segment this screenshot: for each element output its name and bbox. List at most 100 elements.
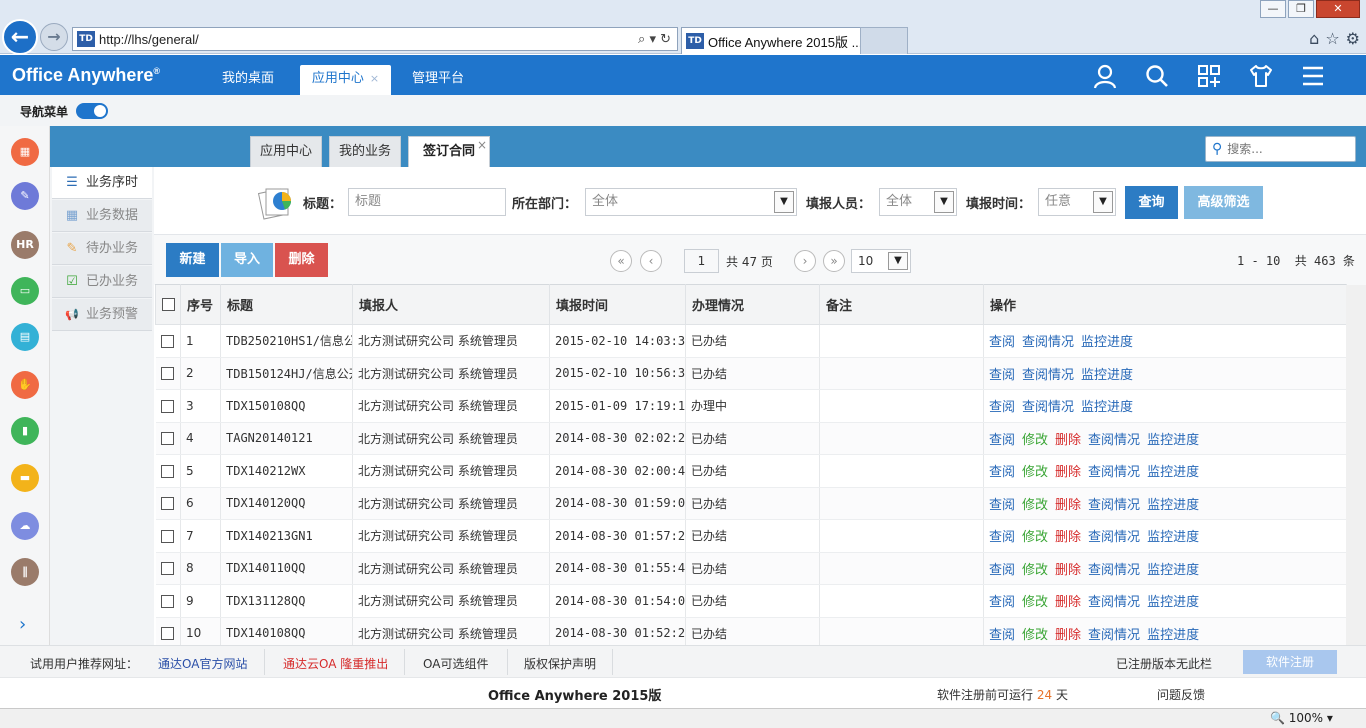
row-select-cell[interactable] — [155, 454, 181, 488]
delete-button[interactable]: 删除 — [275, 243, 328, 277]
row-checkbox[interactable] — [160, 562, 174, 576]
tab-close-icon[interactable]: × — [370, 72, 379, 85]
import-button[interactable]: 导入 — [221, 243, 273, 277]
search-box[interactable]: ⚲ — [1205, 136, 1356, 162]
delete-link[interactable]: 删除 — [1055, 465, 1081, 480]
inbox-icon[interactable]: ▤ — [11, 323, 39, 351]
new-tab-button[interactable] — [860, 27, 908, 54]
view-link[interactable]: 查阅 — [989, 595, 1015, 610]
delete-link[interactable]: 删除 — [1055, 563, 1081, 578]
edit-link[interactable]: 修改 — [1022, 628, 1048, 643]
last-page-button[interactable]: » — [823, 250, 845, 272]
row-checkbox[interactable] — [160, 627, 174, 641]
dept-filter-select[interactable]: 全体 ▼ — [585, 188, 797, 216]
view-status-link[interactable]: 查阅情况 — [1088, 498, 1140, 513]
prev-page-button[interactable]: ‹ — [640, 250, 662, 272]
select-all-cell[interactable] — [155, 284, 181, 325]
chart-icon[interactable]: ▮ — [11, 417, 39, 445]
subtab-app-center[interactable]: 应用中心 — [250, 136, 322, 167]
reporter-filter-select[interactable]: 全体 ▼ — [879, 188, 957, 216]
attachment-icon[interactable]: ∥ — [11, 558, 39, 586]
row-select-cell[interactable] — [155, 389, 181, 423]
view-link[interactable]: 查阅 — [989, 368, 1015, 383]
view-link[interactable]: 查阅 — [989, 628, 1015, 643]
delete-link[interactable]: 删除 — [1055, 433, 1081, 448]
view-status-link[interactable]: 查阅情况 — [1088, 628, 1140, 643]
view-link[interactable]: 查阅 — [989, 530, 1015, 545]
minimize-button[interactable]: — — [1260, 0, 1286, 18]
menu-pending-business[interactable]: ✎ 待办业务 — [52, 233, 152, 265]
home-icon[interactable]: ⌂ — [1309, 29, 1319, 48]
row-select-cell[interactable] — [155, 422, 181, 455]
cloud-icon[interactable]: ☁ — [11, 512, 39, 540]
hr-icon[interactable]: HR — [11, 231, 39, 259]
edit-link[interactable]: 修改 — [1022, 465, 1048, 480]
view-status-link[interactable]: 查阅情况 — [1088, 530, 1140, 545]
copyright-link[interactable]: 版权保护声明 — [524, 655, 596, 672]
view-link[interactable]: 查阅 — [989, 563, 1015, 578]
view-status-link[interactable]: 查阅情况 — [1022, 335, 1074, 350]
page-number-input[interactable]: 1 — [684, 249, 719, 273]
maximize-button[interactable]: ❐ — [1288, 0, 1314, 18]
monitor-progress-link[interactable]: 监控进度 — [1147, 498, 1199, 513]
menu-done-business[interactable]: ☑ 已办业务 — [52, 266, 152, 298]
user-icon[interactable] — [1092, 63, 1118, 89]
close-window-button[interactable]: ✕ — [1316, 0, 1360, 18]
back-button[interactable]: ← — [2, 19, 38, 55]
edit-link[interactable]: 修改 — [1022, 530, 1048, 545]
title-filter-input[interactable]: 标题 — [348, 188, 506, 216]
official-site-link[interactable]: 通达OA官方网站 — [158, 655, 247, 672]
row-checkbox[interactable] — [160, 367, 174, 381]
menu-business-warning[interactable]: 📢 业务预警 — [52, 299, 152, 331]
view-status-link[interactable]: 查阅情况 — [1088, 433, 1140, 448]
row-select-cell[interactable] — [155, 324, 181, 358]
address-bar[interactable]: TD http://lhs/general/ ⌕ ▾ ↻ — [72, 27, 678, 51]
row-select-cell[interactable] — [155, 357, 181, 390]
vertical-scrollbar[interactable] — [1346, 285, 1366, 645]
theme-shirt-icon[interactable] — [1248, 63, 1274, 89]
view-status-link[interactable]: 查阅情况 — [1088, 563, 1140, 578]
page-size-select[interactable]: 10 ▼ — [851, 249, 911, 273]
edit-link[interactable]: 修改 — [1022, 498, 1048, 513]
row-select-cell[interactable] — [155, 584, 181, 618]
edit-link[interactable]: 修改 — [1022, 595, 1048, 610]
subtab-my-business[interactable]: 我的业务 — [329, 136, 401, 167]
monitor-progress-link[interactable]: 监控进度 — [1081, 400, 1133, 415]
row-checkbox[interactable] — [160, 497, 174, 511]
register-button[interactable]: 软件注册 — [1243, 650, 1337, 674]
optional-components-link[interactable]: OA可选组件 — [423, 655, 488, 672]
time-filter-select[interactable]: 任意 ▼ — [1038, 188, 1116, 216]
gear-icon[interactable]: ⚙ — [1346, 29, 1360, 48]
monitor-progress-link[interactable]: 监控进度 — [1147, 628, 1199, 643]
row-select-cell[interactable] — [155, 552, 181, 585]
car-icon[interactable]: ▬ — [11, 464, 39, 492]
delete-link[interactable]: 删除 — [1055, 530, 1081, 545]
monitor-progress-link[interactable]: 监控进度 — [1147, 465, 1199, 480]
chevron-right-icon[interactable]: › — [19, 614, 26, 635]
monitor-progress-link[interactable]: 监控进度 — [1147, 595, 1199, 610]
query-button[interactable]: 查询 — [1125, 186, 1178, 219]
row-checkbox[interactable] — [160, 334, 174, 348]
view-link[interactable]: 查阅 — [989, 433, 1015, 448]
advanced-filter-button[interactable]: 高级筛选 — [1184, 186, 1263, 219]
row-checkbox[interactable] — [160, 399, 174, 413]
cloud-oa-link[interactable]: 通达云OA 隆重推出 — [283, 655, 388, 672]
search-icon[interactable] — [1144, 63, 1170, 89]
delete-link[interactable]: 删除 — [1055, 595, 1081, 610]
row-checkbox[interactable] — [160, 464, 174, 478]
nav-toggle-switch[interactable] — [76, 103, 108, 119]
view-link[interactable]: 查阅 — [989, 400, 1015, 415]
menu-icon[interactable] — [1300, 63, 1326, 89]
monitor-progress-link[interactable]: 监控进度 — [1147, 530, 1199, 545]
note-icon[interactable]: ✎ — [11, 182, 39, 210]
favorites-icon[interactable]: ☆ — [1325, 29, 1339, 48]
apps-grid-icon[interactable] — [1196, 63, 1222, 89]
delete-link[interactable]: 删除 — [1055, 498, 1081, 513]
delete-link[interactable]: 删除 — [1055, 628, 1081, 643]
view-link[interactable]: 查阅 — [989, 335, 1015, 350]
first-page-button[interactable]: « — [610, 250, 632, 272]
row-checkbox[interactable] — [160, 432, 174, 446]
edit-link[interactable]: 修改 — [1022, 563, 1048, 578]
edit-link[interactable]: 修改 — [1022, 433, 1048, 448]
hand-icon[interactable]: ✋ — [11, 371, 39, 399]
